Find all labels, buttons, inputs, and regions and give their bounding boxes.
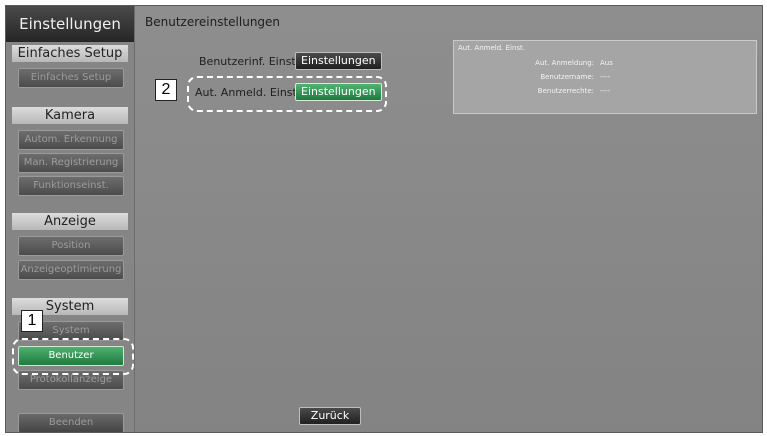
sidebar-item-autom-erkennung[interactable]: Autom. Erkennung [18,130,124,150]
info-value-aut-anmeldung: Aus [600,59,613,67]
sidebar-title: Einstellungen [6,6,134,42]
section-heading-anzeige: Anzeige [12,213,128,230]
main-panel: Benutzereinstellungen Benutzerinf. Einst… [135,6,762,432]
callout-1: 1 [21,310,43,332]
info-key-aut-anmeldung: Aut. Anmeldung: [535,59,594,67]
page-title: Benutzereinstellungen [145,15,281,29]
sidebar-item-einfaches-setup[interactable]: Einfaches Setup [18,68,124,88]
benutzerinf-einstellungen-button[interactable]: Einstellungen [295,52,382,70]
sidebar: Einstellungen Einfaches Setup Einfaches … [6,6,135,432]
sidebar-item-position[interactable]: Position [18,236,124,256]
section-heading-kamera: Kamera [12,107,128,124]
sidebar-item-man-registrierung[interactable]: Man. Registrierung [18,153,124,173]
info-panel: Aut. Anmeld. Einst. Aut. Anmeldung: Aus … [453,40,757,114]
callout-2: 2 [155,79,177,101]
info-value-benutzername: ---- [600,73,611,81]
sidebar-item-anzeigeoptimierung[interactable]: Anzeigeoptimierung [18,260,124,280]
sidebar-item-funktionseinst[interactable]: Funktionseinst. [18,176,124,196]
row-label-benutzerinf: Benutzerinf. Einst. [199,55,300,68]
row-label-aut-anmeld: Aut. Anmeld. Einst. [195,86,301,99]
exit-button[interactable]: Beenden [18,413,124,432]
settings-window: Einstellungen Einfaches Setup Einfaches … [5,5,763,433]
section-heading-einfaches-setup: Einfaches Setup [12,45,128,62]
aut-anmeld-einstellungen-button[interactable]: Einstellungen [295,83,382,101]
info-value-benutzerrechte: ---- [600,87,611,95]
info-key-benutzername: Benutzername: [540,73,594,81]
highlight-benutzer [12,338,134,375]
info-key-benutzerrechte: Benutzerrechte: [537,87,594,95]
back-button[interactable]: Zurück [299,407,361,425]
info-panel-title: Aut. Anmeld. Einst. [458,44,526,52]
